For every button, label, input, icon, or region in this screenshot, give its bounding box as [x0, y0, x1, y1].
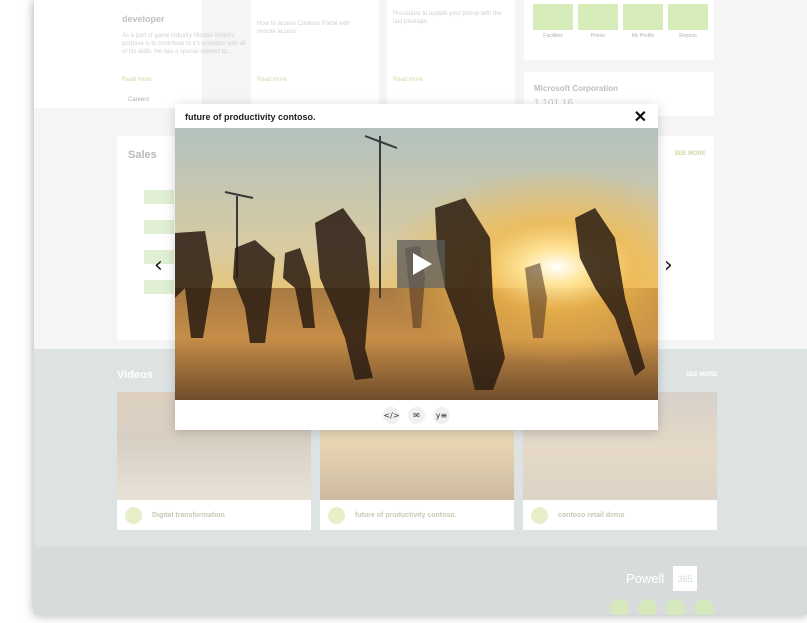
news-body: How to access Contoso Portal with remote… — [257, 21, 350, 35]
quick-link-label: Printer — [590, 33, 606, 39]
news-read-more[interactable]: Read more — [393, 77, 423, 83]
sales-title: Sales — [128, 149, 157, 161]
play-icon — [413, 253, 432, 275]
reports-tile[interactable] — [668, 4, 708, 30]
linkedin-icon[interactable] — [638, 599, 657, 615]
quick-link-label: Reports — [679, 33, 697, 39]
videos-see-more[interactable]: SEE MORE — [686, 372, 718, 378]
sales-bar — [144, 280, 174, 294]
twitter-icon[interactable] — [695, 599, 714, 615]
play-icon — [328, 506, 345, 524]
play-button[interactable] — [397, 240, 445, 288]
embed-icon[interactable]: </> — [383, 406, 400, 424]
news-tag[interactable]: Careers — [128, 97, 149, 103]
mail-icon[interactable]: ✉ — [408, 406, 425, 424]
news-read-more[interactable]: Read more — [257, 77, 287, 83]
facilities-tile[interactable] — [533, 4, 573, 30]
video-player[interactable] — [175, 128, 658, 400]
footer-badge: 365 — [673, 566, 697, 591]
facebook-icon[interactable] — [610, 599, 629, 615]
sales-bar — [144, 190, 174, 204]
footer: Powell 365 — [34, 547, 807, 615]
video-modal: future of productivity contoso. ✕ </> ✉ … — [175, 104, 658, 430]
quick-link-label: My Profile — [631, 33, 655, 39]
printer-tile[interactable] — [578, 4, 618, 30]
sales-see-more[interactable]: SEE MORE — [674, 151, 706, 157]
news-title: developer — [122, 14, 165, 24]
video-caption: Digital transformation — [152, 511, 225, 519]
news-card-1[interactable]: developer As a part of game industry Nic… — [34, 0, 246, 108]
footer-brand: Powell — [626, 571, 665, 586]
youtube-icon[interactable] — [666, 599, 685, 615]
video-caption: contoso retail demo — [558, 511, 625, 519]
play-icon — [125, 506, 142, 524]
news-body: Procedure to update your phone with the … — [393, 11, 502, 25]
play-icon — [531, 506, 548, 524]
news-card-3[interactable]: Procedure to update your phone with the … — [387, 0, 515, 108]
my-profile-tile[interactable] — [623, 4, 663, 30]
next-arrow[interactable]: › — [664, 253, 673, 278]
news-card-2[interactable]: How to access Contoso Portal with remote… — [251, 0, 379, 108]
modal-actions: </> ✉ y≡ — [175, 400, 658, 430]
videos-title: Videos — [117, 369, 153, 381]
close-icon[interactable]: ✕ — [634, 107, 647, 127]
quick-link-label: Facilities — [543, 33, 563, 39]
previous-arrow[interactable]: ‹ — [154, 253, 163, 278]
news-body: As a part of game industry Nicolas Kolle… — [122, 33, 246, 55]
stock-company: Microsoft Corporation — [534, 84, 618, 93]
yammer-icon[interactable]: y≡ — [433, 406, 450, 424]
modal-title: future of productivity contoso. — [185, 112, 316, 122]
sales-bar — [144, 220, 174, 234]
news-read-more[interactable]: Read more — [122, 77, 152, 83]
video-caption: future of productivity contoso. — [355, 511, 457, 519]
